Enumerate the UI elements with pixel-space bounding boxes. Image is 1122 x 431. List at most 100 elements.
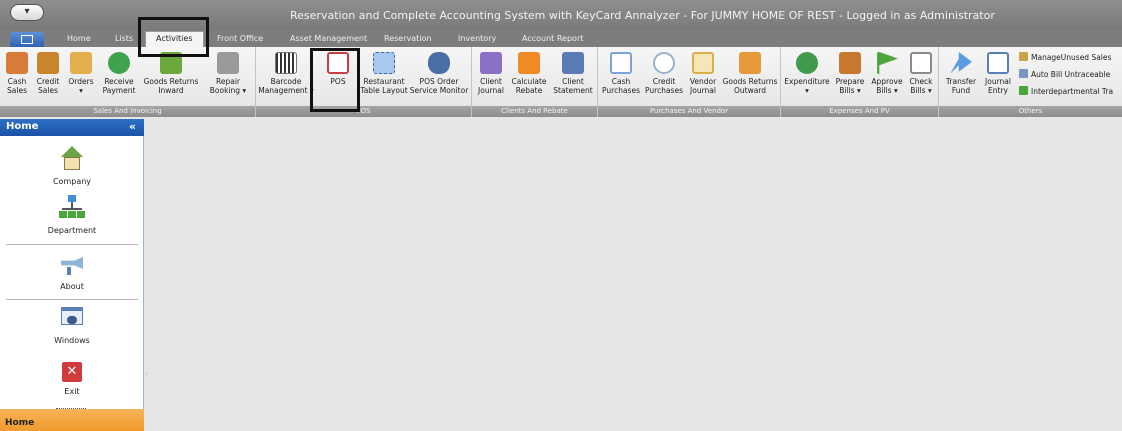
repair-booking-label-2: Booking ▾ bbox=[209, 86, 247, 95]
expenditure-button[interactable]: Expenditure ▾ bbox=[783, 52, 831, 95]
transfer-fund-button[interactable]: Transfer Fund bbox=[942, 52, 980, 95]
sidebar-item-department[interactable]: Department bbox=[0, 195, 144, 235]
goods-returns-outward-label: Goods Returns bbox=[722, 77, 778, 86]
group-expenses-and-pv: Expenditure ▾ Prepare Bills ▾ Approve Bi… bbox=[781, 47, 939, 117]
goods-returns-inward-button[interactable]: Goods Returns Inward bbox=[140, 52, 202, 95]
sidebar-footer-home[interactable]: Home bbox=[0, 408, 144, 431]
goods-returns-outward-button[interactable]: Goods Returns Outward bbox=[720, 52, 780, 95]
sidebar-title: Home bbox=[6, 121, 39, 132]
check-bills-label: Check bbox=[909, 77, 933, 86]
transfer-arrow-icon bbox=[950, 52, 972, 74]
cash-sales-icon bbox=[6, 52, 28, 74]
barcode-management-button[interactable]: Barcode Management ▾ bbox=[258, 52, 314, 95]
approve-bills-button[interactable]: Approve Bills ▾ bbox=[869, 52, 905, 95]
client-statement-label: Client bbox=[562, 77, 584, 86]
sidebar-item-exit-label: Exit bbox=[64, 387, 80, 396]
receive-payment-icon bbox=[108, 52, 130, 74]
close-icon: ✕ bbox=[62, 362, 82, 382]
table-layout-icon bbox=[373, 52, 395, 74]
cash-purchases-icon bbox=[610, 52, 632, 74]
sidebar-footer-label: Home bbox=[5, 418, 35, 428]
tab-home[interactable]: Home bbox=[67, 34, 91, 43]
orders-icon bbox=[70, 52, 92, 74]
credit-purchases-icon bbox=[653, 52, 675, 74]
credit-purchases-label: Credit bbox=[652, 77, 676, 86]
cash-sales-label: Cash bbox=[7, 77, 27, 86]
group-label-others: Others bbox=[939, 106, 1122, 117]
journal-entry-label-2: Entry bbox=[988, 86, 1008, 95]
orders-dropdown-indicator: ▾ bbox=[79, 86, 83, 95]
goods-returns-outward-label-2: Outward bbox=[733, 86, 767, 95]
quick-access-menu-button[interactable]: ▾ bbox=[10, 4, 44, 21]
approve-flag-icon bbox=[877, 52, 898, 74]
sidebar-item-company[interactable]: Company bbox=[0, 146, 144, 186]
barcode-icon bbox=[275, 52, 297, 74]
approve-bills-label: Approve bbox=[871, 77, 903, 86]
journal-entry-icon bbox=[987, 52, 1009, 74]
vendor-journal-label: Vendor bbox=[689, 77, 717, 86]
sidebar-item-about[interactable]: About bbox=[0, 251, 144, 291]
goods-returns-inward-label: Goods Returns bbox=[143, 77, 199, 86]
manage-unused-sales-button[interactable]: ManageUnused Sales bbox=[1019, 52, 1111, 62]
sidebar-divider bbox=[6, 299, 138, 300]
sidebar-header: Home « bbox=[0, 119, 144, 136]
prepare-bills-button[interactable]: Prepare Bills ▾ bbox=[832, 52, 868, 95]
calculate-rebate-button[interactable]: Calculate Rebate bbox=[509, 52, 549, 95]
rebate-icon bbox=[518, 52, 540, 74]
manage-unused-sales-icon bbox=[1019, 52, 1028, 61]
splitter-grip[interactable] bbox=[56, 408, 86, 411]
house-icon bbox=[59, 146, 85, 172]
credit-sales-button[interactable]: Credit Sales bbox=[33, 52, 63, 95]
check-bills-button[interactable]: Check Bills ▾ bbox=[905, 52, 937, 95]
auto-bill-untraceable-button[interactable]: Auto Bill Untraceable bbox=[1019, 69, 1110, 79]
interdepartmental-transfer-button[interactable]: Interdepartmental Tra bbox=[1019, 86, 1113, 96]
barcode-management-label-2: Management ▾ bbox=[258, 86, 314, 95]
cash-sales-label-2: Sales bbox=[7, 86, 27, 95]
group-label-sales: Sales And Invoicing bbox=[0, 106, 255, 117]
expenditure-icon bbox=[796, 52, 818, 74]
client-statement-button[interactable]: Client Statement bbox=[550, 52, 596, 95]
collapse-sidebar-button[interactable]: « bbox=[129, 120, 136, 133]
restaurant-label: Restaurant bbox=[363, 77, 405, 86]
receive-payment-label-2: Payment bbox=[102, 86, 136, 95]
window-title: Reservation and Complete Accounting Syst… bbox=[290, 9, 995, 22]
tab-front-office[interactable]: Front Office bbox=[217, 34, 263, 43]
group-pos: Barcode Management ▾ POS Restaurant Tabl… bbox=[256, 47, 472, 117]
receive-payment-label: Receive bbox=[104, 77, 134, 86]
cash-purchases-button[interactable]: Cash Purchases bbox=[600, 52, 642, 95]
receive-payment-button[interactable]: Receive Payment bbox=[99, 52, 139, 95]
cash-purchases-label-2: Purchases bbox=[602, 86, 640, 95]
group-sales-and-invoicing: Cash Sales Credit Sales Orders ▾ Receive… bbox=[0, 47, 256, 117]
approve-bills-label-2: Bills ▾ bbox=[876, 86, 898, 95]
application-menu-button[interactable] bbox=[10, 32, 44, 47]
repair-booking-button[interactable]: Repair Booking ▾ bbox=[204, 52, 252, 95]
credit-purchases-button[interactable]: Credit Purchases bbox=[643, 52, 685, 95]
vendor-journal-button[interactable]: Vendor Journal bbox=[686, 52, 720, 95]
client-journal-button[interactable]: Client Journal bbox=[474, 52, 508, 95]
orders-button[interactable]: Orders ▾ bbox=[64, 52, 98, 95]
credit-sales-icon bbox=[37, 52, 59, 74]
tab-lists[interactable]: Lists bbox=[115, 34, 133, 43]
sidebar-item-exit[interactable]: ✕ Exit bbox=[0, 362, 144, 396]
cash-sales-button[interactable]: Cash Sales bbox=[2, 52, 32, 95]
sidebar-item-windows[interactable]: Windows bbox=[0, 305, 144, 345]
client-statement-icon bbox=[562, 52, 584, 74]
org-chart-icon bbox=[59, 195, 85, 221]
tab-account-report[interactable]: Account Report bbox=[522, 34, 583, 43]
tab-inventory[interactable]: Inventory bbox=[458, 34, 496, 43]
prepare-bills-icon bbox=[839, 52, 861, 74]
pos-order-service-monitor-button[interactable]: POS Order Service Monitor bbox=[408, 52, 470, 95]
tab-asset-management[interactable]: Asset Management bbox=[290, 34, 367, 43]
group-others: Transfer Fund Journal Entry ManageUnused… bbox=[939, 47, 1122, 117]
group-label-expenses: Expenses And PV bbox=[781, 106, 938, 117]
expenditure-label: Expenditure bbox=[784, 77, 830, 86]
sidebar-item-department-label: Department bbox=[47, 226, 97, 235]
journal-entry-button[interactable]: Journal Entry bbox=[981, 52, 1015, 95]
restaurant-table-layout-button[interactable]: Restaurant Table Layout bbox=[360, 52, 408, 95]
windows-icon bbox=[59, 305, 85, 331]
prepare-bills-label-2: Bills ▾ bbox=[839, 86, 861, 95]
auto-bill-label: Auto Bill Untraceable bbox=[1031, 70, 1111, 79]
sidebar-splitter-handle[interactable]: ◦ bbox=[144, 370, 149, 379]
tab-reservation[interactable]: Reservation bbox=[384, 34, 431, 43]
manage-unused-sales-label: ManageUnused Sales bbox=[1031, 53, 1112, 62]
